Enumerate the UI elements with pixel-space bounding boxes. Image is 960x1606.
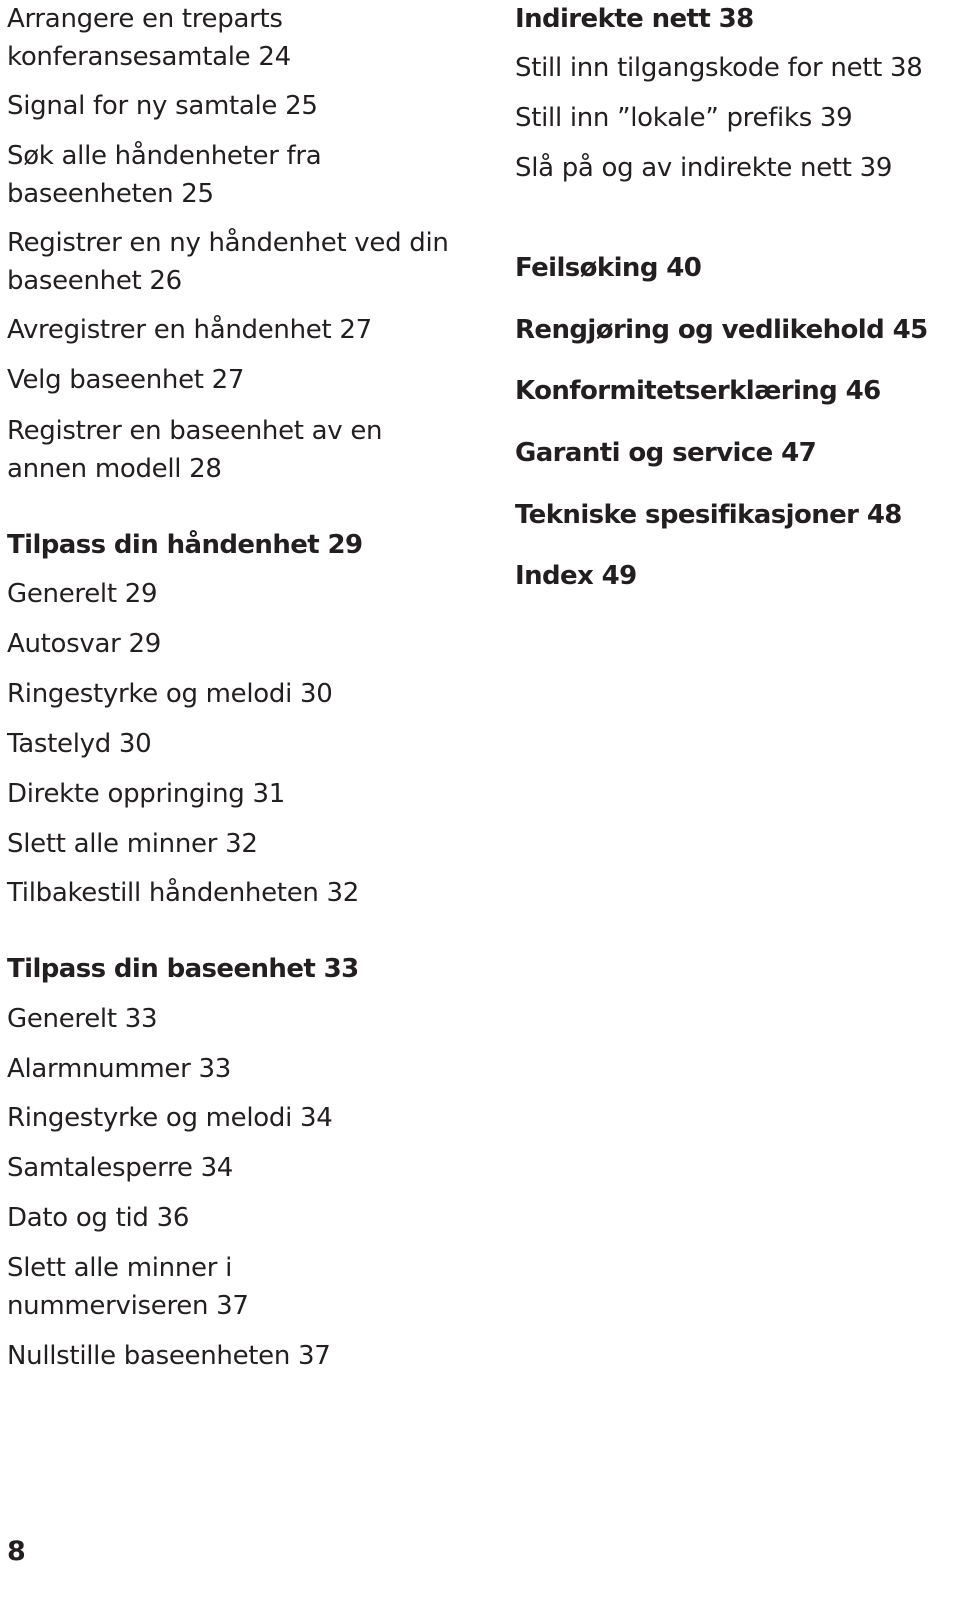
toc-heading: Rengjøring og vedlikehold 45 xyxy=(515,315,928,345)
toc-entry: Still inn tilgangskode for nett 38 xyxy=(515,53,923,83)
toc-entry: Signal for ny samtale 25 xyxy=(7,91,318,121)
toc-entry: Autosvar 29 xyxy=(7,629,161,659)
toc-entry: Ringestyrke og melodi 30 xyxy=(7,679,333,709)
toc-entry: Dato og tid 36 xyxy=(7,1203,190,1233)
toc-entry: baseenhet 26 xyxy=(7,266,182,296)
toc-heading: Konformitetserklæring 46 xyxy=(515,376,881,406)
toc-entry: Slett alle minner i xyxy=(7,1253,232,1283)
toc-heading: Index 49 xyxy=(515,561,637,591)
toc-entry: Still inn ”lokale” prefiks 39 xyxy=(515,103,853,133)
toc-entry: Tilbakestill håndenheten 32 xyxy=(7,878,360,908)
page-number: 8 xyxy=(7,1536,26,1567)
toc-heading: Tilpass din håndenhet 29 xyxy=(7,530,363,560)
toc-heading: Feilsøking 40 xyxy=(515,253,702,283)
toc-heading: Tilpass din baseenhet 33 xyxy=(7,954,359,984)
toc-entry: Generelt 33 xyxy=(7,1004,158,1034)
toc-entry: nummerviseren 37 xyxy=(7,1291,249,1321)
toc-entry: baseenheten 25 xyxy=(7,179,214,209)
toc-entry: Alarmnummer 33 xyxy=(7,1054,231,1084)
toc-entry: annen modell 28 xyxy=(7,454,222,484)
toc-entry: Generelt 29 xyxy=(7,579,158,609)
toc-entry: Direkte oppringing 31 xyxy=(7,779,285,809)
toc-entry: Avregistrer en håndenhet 27 xyxy=(7,315,372,345)
toc-heading: Indirekte nett 38 xyxy=(515,4,754,34)
toc-entry: Søk alle håndenheter fra xyxy=(7,141,322,171)
toc-entry: Slå på og av indirekte nett 39 xyxy=(515,153,893,183)
toc-entry: Registrer en ny håndenhet ved din xyxy=(7,228,449,258)
toc-entry: Slett alle minner 32 xyxy=(7,829,258,859)
toc-entry: Ringestyrke og melodi 34 xyxy=(7,1103,333,1133)
toc-entry: konferansesamtale 24 xyxy=(7,42,291,72)
toc-entry: Arrangere en treparts xyxy=(7,4,283,34)
toc-entry: Registrer en baseenhet av en xyxy=(7,416,383,446)
toc-entry: Tastelyd 30 xyxy=(7,729,152,759)
toc-heading: Tekniske spesifikasjoner 48 xyxy=(515,500,902,530)
toc-entry: Samtalesperre 34 xyxy=(7,1153,234,1183)
toc-entry: Velg baseenhet 27 xyxy=(7,365,245,395)
toc-heading: Garanti og service 47 xyxy=(515,438,817,468)
toc-entry: Nullstille baseenheten 37 xyxy=(7,1341,331,1371)
